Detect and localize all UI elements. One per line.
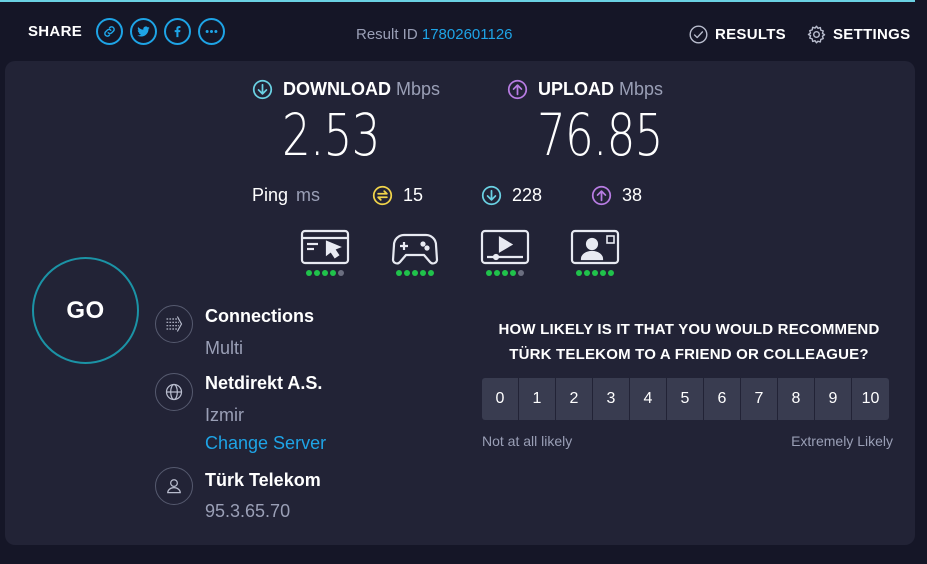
rating-dot-empty: [338, 270, 344, 276]
rating-dot-filled: [584, 270, 590, 276]
results-label: RESULTS: [715, 26, 786, 43]
download-metric: DOWNLOAD Mbps: [252, 79, 440, 100]
link-icon[interactable]: [96, 18, 124, 45]
provider-name: Türk Telekom: [205, 470, 321, 490]
server-name: Netdirekt A.S.: [205, 373, 323, 393]
nps-option-4[interactable]: 4: [630, 378, 667, 420]
rating-dots: [485, 270, 525, 276]
go-button[interactable]: GO: [32, 257, 139, 364]
nps-option-10[interactable]: 10: [852, 378, 889, 420]
nps-option-5[interactable]: 5: [667, 378, 704, 420]
check-circle-icon: [689, 25, 708, 44]
rating-dot-filled: [592, 270, 598, 276]
user-icon: [155, 467, 193, 505]
video-streaming-icon: [480, 229, 530, 265]
ping-upload: 38: [591, 185, 642, 206]
result-id-link[interactable]: 17802601126: [422, 26, 513, 43]
rating-dot-filled: [510, 270, 516, 276]
download-arrow-icon: [252, 79, 273, 100]
nps-option-3[interactable]: 3: [593, 378, 630, 420]
nps-question-line2: TÜRK TELEKOM TO A FRIEND OR COLLEAGUE?: [509, 346, 869, 363]
globe-icon: [155, 373, 193, 411]
rating-dot-filled: [486, 270, 492, 276]
ping-download-value: 228: [512, 185, 543, 205]
rating-dot-filled: [412, 270, 418, 276]
nps-option-2[interactable]: 2: [556, 378, 593, 420]
rating-dot-filled: [502, 270, 508, 276]
rating-dot-filled: [396, 270, 402, 276]
nps-question: HOW LIKELY IS IT THAT YOU WOULD RECOMMEN…: [475, 317, 903, 367]
download-value: 2.53: [282, 101, 380, 169]
rating-dot-filled: [306, 270, 312, 276]
nps-low-label: Not at all likely: [482, 433, 573, 449]
share-bar: SHARE: [28, 18, 226, 45]
rating-dots: [305, 270, 345, 276]
rating-dot-filled: [600, 270, 606, 276]
rating-dot-filled: [330, 270, 336, 276]
ping-unit: ms: [296, 185, 321, 205]
ping-idle-value: 15: [403, 185, 424, 205]
nps-option-0[interactable]: 0: [482, 378, 519, 420]
upload-value: 76.85: [537, 101, 663, 169]
server-location: Izmir: [205, 405, 244, 425]
results-button[interactable]: RESULTS: [688, 24, 786, 45]
results-panel: DOWNLOAD Mbps 2.53 UPLOAD Mbps 76.85 Pin…: [5, 61, 915, 545]
connections-title: Connections: [205, 306, 315, 326]
browsing-icon: [300, 229, 350, 265]
ping-idle: 15: [372, 185, 423, 206]
rating-dot-filled: [608, 270, 614, 276]
facebook-icon[interactable]: [164, 18, 192, 45]
rating-dots: [395, 270, 435, 276]
upload-latency-icon: [591, 185, 612, 206]
settings-button[interactable]: SETTINGS: [806, 24, 910, 45]
upload-label: UPLOAD: [538, 79, 614, 99]
rating-dot-filled: [322, 270, 328, 276]
ping-upload-value: 38: [622, 185, 643, 205]
nps-option-7[interactable]: 7: [741, 378, 778, 420]
upload-unit: Mbps: [619, 79, 664, 99]
rating-dots: [575, 270, 615, 276]
rating-dot-filled: [314, 270, 320, 276]
nps-option-8[interactable]: 8: [778, 378, 815, 420]
twitter-icon[interactable]: [130, 18, 158, 45]
ping-download: 228: [481, 185, 542, 206]
nps-option-1[interactable]: 1: [519, 378, 556, 420]
nps-option-6[interactable]: 6: [704, 378, 741, 420]
rating-dot-filled: [420, 270, 426, 276]
upload-metric: UPLOAD Mbps: [507, 79, 663, 100]
rating-dot-filled: [428, 270, 434, 276]
result-id: Result ID 17802601126: [356, 26, 513, 43]
connections-icon: [155, 305, 193, 343]
download-unit: Mbps: [395, 79, 440, 99]
nps-scale: 0 1 2 3 4 5 6 7 8 9 10: [482, 378, 889, 420]
ping-label: Ping: [252, 185, 289, 205]
share-label: SHARE: [28, 23, 83, 40]
download-latency-icon: [481, 185, 502, 206]
usecase-gaming: [390, 229, 440, 276]
upload-arrow-icon: [507, 79, 528, 100]
header: SHARE Result ID 17802601126 RESULTS SETT…: [0, 0, 927, 62]
usecase-video-chat: [570, 229, 620, 276]
gaming-icon: [391, 233, 439, 265]
usecase-video-streaming: [480, 229, 530, 276]
rating-dot-filled: [576, 270, 582, 276]
rating-dot-empty: [518, 270, 524, 276]
idle-latency-icon: [372, 185, 393, 206]
nps-question-line1: HOW LIKELY IS IT THAT YOU WOULD RECOMMEN…: [498, 321, 880, 338]
result-id-label: Result ID: [356, 26, 418, 43]
change-server-link[interactable]: Change Server: [205, 433, 326, 454]
ping-label-group: Ping ms: [252, 185, 320, 206]
rating-dot-filled: [404, 270, 410, 276]
gear-icon: [807, 25, 826, 44]
usecase-browsing: [300, 229, 350, 276]
provider-ip: 95.3.65.70: [205, 501, 291, 521]
video-chat-icon: [570, 229, 620, 265]
connections-value: Multi: [205, 338, 244, 358]
rating-dot-filled: [494, 270, 500, 276]
more-icon[interactable]: [198, 18, 226, 45]
nps-high-label: Extremely Likely: [791, 433, 893, 449]
download-label: DOWNLOAD: [283, 79, 391, 99]
nps-option-9[interactable]: 9: [815, 378, 852, 420]
settings-label: SETTINGS: [833, 26, 911, 43]
